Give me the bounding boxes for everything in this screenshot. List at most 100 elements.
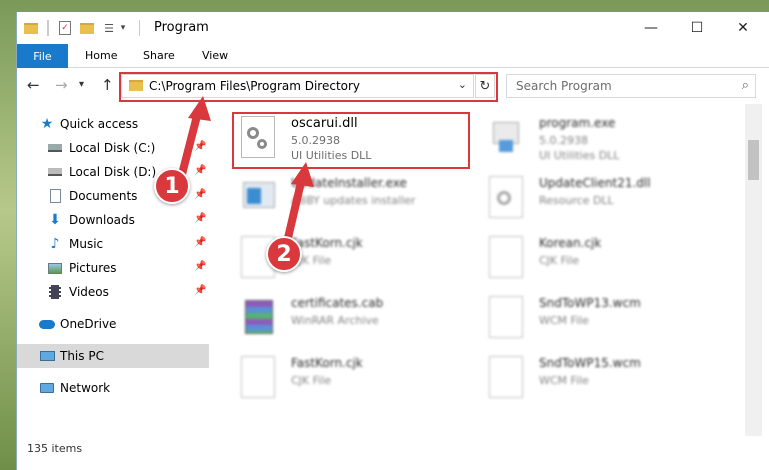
document-icon [489,296,523,338]
download-icon: ⬇ [49,212,61,228]
network-icon [39,381,55,395]
file-tile-sndtowp13[interactable]: SndToWP13.wcm WCM File [483,292,723,348]
sidebar-item-label: Network [60,381,111,395]
archive-icon [241,296,275,338]
dll-gear-icon [489,176,523,218]
customize-icon[interactable]: ☰ [101,20,117,36]
file-description: WinRAR Archive [291,314,379,327]
file-name: Korean.cjk [539,236,602,250]
file-description: CJK File [291,374,332,387]
file-tile-korean[interactable]: Korean.cjk CJK File [483,232,723,288]
sidebar-item-label: Music [69,237,104,251]
sidebar-item-label: Local Disk (D:) [69,165,157,179]
file-highlight-box [232,112,470,169]
file-name: SndToWP13.wcm [539,296,641,310]
maximize-button[interactable]: ☐ [674,12,720,44]
sidebar-item-local-disk-c[interactable]: Local Disk (C:) 📌 [17,136,209,160]
file-description: WCM File [539,374,589,387]
pin-icon[interactable]: 📌 [194,165,206,176]
sidebar-item-label: Videos [69,285,109,299]
window-title: Program [154,20,209,35]
close-button[interactable]: ✕ [720,12,766,44]
file-description: ABBY updates installer [291,194,416,207]
file-description: CJK File [539,254,580,267]
sidebar-item-videos[interactable]: Videos 📌 [17,280,209,304]
search-icon: ⌕ [741,78,749,93]
folder-icon [23,20,39,36]
back-arrow-icon[interactable]: ← [27,76,40,94]
file-tile-fastkorn-2[interactable]: FastKorn.cjk CJK File [235,352,475,408]
file-name: SndToWP15.wcm [539,356,641,370]
separator [47,20,49,36]
sidebar-item-label: Documents [69,189,138,203]
file-tile-updateinstaller[interactable]: UpdateInstaller.exe ABBY updates install… [235,172,475,228]
up-arrow-icon[interactable]: ↑ [101,76,114,94]
separator [139,20,140,36]
computer-icon [39,349,55,363]
sidebar-item-downloads[interactable]: ⬇ Downloads 📌 [17,208,209,232]
callout-badge-one: 1 [154,168,190,204]
sidebar-item-label: This PC [60,349,104,363]
document-icon [489,236,523,278]
star-icon: ★ [40,116,54,132]
sidebar-item-music[interactable]: ♪ Music 📌 [17,232,209,256]
status-item-count: 135 items [27,442,83,455]
music-icon: ♪ [50,236,60,252]
videos-icon [47,285,63,299]
document-icon [489,356,523,398]
exe-icon [489,116,523,158]
sidebar-item-label: Pictures [69,261,117,275]
scroll-thumb[interactable] [748,140,759,180]
file-name: certificates.cab [291,296,384,310]
sidebar-item-onedrive[interactable]: OneDrive [17,312,209,336]
tab-view[interactable]: View [202,49,228,62]
recent-locations-chevron-icon[interactable]: ▾ [79,79,84,90]
file-name: FastKorn.cjk [291,236,363,250]
file-tile-updateclient[interactable]: UpdateClient21.dll Resource DLL [483,172,723,228]
sidebar-item-network[interactable]: Network [17,376,209,400]
file-tile-sndtowp15[interactable]: SndToWP15.wcm WCM File [483,352,723,408]
file-name: UpdateClient21.dll [539,176,651,190]
file-description: UI Utilities DLL [539,149,620,162]
search-placeholder: Search Program [516,79,612,93]
pin-icon[interactable]: 📌 [194,237,206,248]
sidebar-item-label: Downloads [69,213,135,227]
drive-icon [47,165,63,179]
drive-icon [47,141,63,155]
properties-icon[interactable]: ✓ [57,20,73,36]
file-tile-program[interactable]: program.exe 5.0.2938 UI Utilities DLL [483,112,723,168]
forward-arrow-icon[interactable]: → [55,76,68,94]
pin-icon[interactable]: 📌 [194,285,206,296]
sidebar-item-label: OneDrive [60,317,117,331]
sidebar-item-this-pc[interactable]: This PC [17,344,209,368]
sidebar-item-label: Quick access [60,117,139,131]
tab-share[interactable]: Share [143,49,175,62]
pin-icon[interactable]: 📌 [194,141,206,152]
documents-icon [47,189,63,203]
chevron-down-icon[interactable]: ▾ [118,20,128,36]
pictures-icon [47,261,63,275]
new-folder-icon[interactable] [79,20,95,36]
installer-icon [241,176,275,218]
file-tab[interactable]: File [17,44,68,68]
file-tile-certificates[interactable]: certificates.cab WinRAR Archive [235,292,475,348]
address-highlight-box [119,72,498,102]
sidebar-item-label: Local Disk (C:) [69,141,156,155]
file-name: program.exe [539,116,616,130]
cloud-icon [39,317,55,331]
title-bar: ✓ ☰ ▾ Program — ☐ ✕ [17,12,769,44]
navigation-pane: ★ Quick access Local Disk (C:) 📌 Local D… [17,108,209,438]
pin-icon[interactable]: 📌 [194,261,206,272]
search-input[interactable]: Search Program ⌕ [506,74,756,98]
vertical-scrollbar[interactable] [745,104,762,436]
sidebar-item-quick-access[interactable]: ★ Quick access [17,112,209,136]
tab-home[interactable]: Home [85,49,117,62]
ribbon: File Home Share View [17,44,769,68]
minimize-button[interactable]: — [628,12,674,44]
callout-badge-two: 2 [266,236,302,272]
pin-icon[interactable]: 📌 [194,213,206,224]
sidebar-item-pictures[interactable]: Pictures 📌 [17,256,209,280]
file-description: Resource DLL [539,194,614,207]
file-name: FastKorn.cjk [291,356,363,370]
pin-icon[interactable]: 📌 [194,189,206,200]
